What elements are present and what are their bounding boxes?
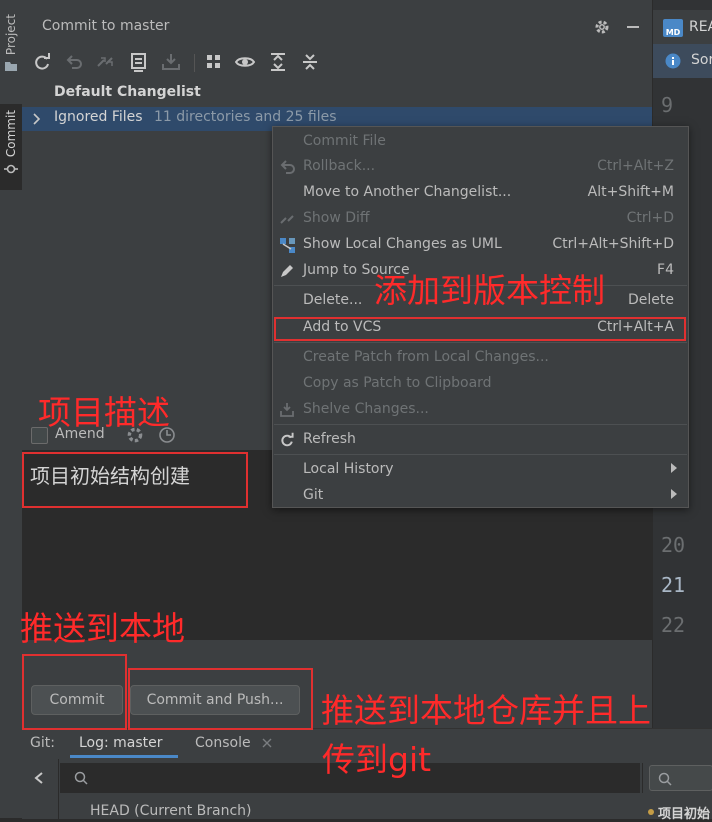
menu-item-rollback[interactable]: Rollback... Ctrl+Alt+Z [273, 154, 688, 180]
menu-item-label: Refresh [303, 431, 356, 447]
line-number: 22 [661, 613, 686, 637]
git-details-search-input[interactable] [649, 765, 712, 791]
menu-item-label: Copy as Patch to Clipboard [303, 375, 492, 391]
group-by-icon[interactable] [204, 52, 224, 72]
annotation-push-remote-line2: 传到git [322, 740, 432, 779]
annotation-box-commit-push [128, 668, 313, 730]
menu-separator [274, 454, 687, 455]
menu-item-label: Shelve Changes... [303, 401, 429, 417]
commit-toolbar [22, 44, 652, 80]
folder-icon [5, 62, 17, 72]
project-tab-label: Project [4, 14, 18, 56]
annotation-project-description: 项目描述 [38, 393, 170, 432]
pencil-icon [281, 265, 293, 277]
markdown-file-icon: MD [663, 19, 683, 37]
collapse-all-icon[interactable] [300, 52, 320, 72]
commit-tab-label: Commit [4, 110, 18, 158]
line-number: 20 [661, 533, 686, 557]
annotation-push-remote-line1: 推送到本地仓库并且上 [321, 691, 651, 730]
menu-item-label: Git [303, 487, 324, 503]
menu-item-git[interactable]: Git [273, 483, 688, 509]
info-bar-text: Sor [691, 52, 712, 68]
annotation-push-local: 推送到本地 [20, 609, 185, 648]
minimize-icon[interactable] [625, 19, 641, 35]
tab-log-master[interactable]: Log: master [79, 735, 163, 751]
ignored-files-label: Ignored Files [54, 109, 143, 125]
tab-console[interactable]: Console [195, 735, 251, 751]
editor-info-bar: Sor [653, 44, 712, 78]
commit-dot-icon [648, 809, 654, 815]
menu-item-label: Local History [303, 461, 394, 477]
menu-item-commit-file[interactable]: Commit File [273, 129, 688, 155]
menu-separator [274, 342, 687, 343]
ignored-files-detail: 11 directories and 25 files [154, 109, 337, 125]
back-arrow-icon[interactable] [33, 771, 45, 785]
menu-item-label: Commit File [303, 133, 386, 149]
menu-item-move-to-changelist[interactable]: Move to Another Changelist... Alt+Shift+… [273, 180, 688, 206]
active-tab-indicator [70, 755, 178, 758]
menu-item-label: Show Local Changes as UML [303, 236, 502, 252]
menu-item-label: Create Patch from Local Changes... [303, 349, 549, 365]
close-icon[interactable] [262, 738, 272, 748]
submenu-arrow-icon [671, 489, 677, 499]
menu-item-shelve-changes[interactable]: Shelve Changes... [273, 397, 688, 423]
rollback-icon [280, 160, 295, 174]
changelist-icon[interactable] [129, 52, 149, 72]
menu-item-refresh[interactable]: Refresh [273, 427, 688, 453]
menu-item-label: Move to Another Changelist... [303, 184, 512, 200]
line-number: 9 [661, 93, 674, 117]
commit-tool-tab[interactable]: Commit [0, 104, 22, 190]
default-changelist-node[interactable]: Default Changelist [54, 84, 201, 100]
git-window-label: Git: [30, 735, 55, 751]
menu-item-shortcut: Ctrl+Alt+Z [597, 158, 674, 174]
menu-item-create-patch[interactable]: Create Patch from Local Changes... [273, 345, 688, 371]
menu-item-show-diff[interactable]: Show Diff Ctrl+D [273, 206, 688, 232]
editor-tab[interactable]: MD REA [653, 10, 712, 44]
git-side-toolbar [22, 759, 59, 819]
menu-item-shortcut: Delete [628, 292, 674, 308]
show-diff-icon [280, 215, 294, 224]
commit-panel-title: Commit to master [42, 18, 170, 34]
eye-icon[interactable] [235, 52, 255, 72]
info-icon [665, 53, 681, 69]
editor-tab-title: REA [689, 19, 712, 35]
menu-item-show-uml[interactable]: Show Local Changes as UML Ctrl+Alt+Shift… [273, 232, 688, 258]
head-branch-item[interactable]: HEAD (Current Branch) [90, 803, 252, 819]
commit-node-icon [4, 164, 18, 174]
commit-subject-snippet[interactable]: 项目初始 [658, 803, 710, 822]
toolbar-separator [194, 54, 195, 72]
annotation-box-add-to-vcs [274, 317, 686, 341]
menu-item-local-history[interactable]: Local History [273, 457, 688, 483]
menu-separator [274, 424, 687, 425]
menu-item-label: Delete... [303, 292, 363, 308]
project-tool-tab[interactable]: Project [0, 14, 22, 86]
submenu-arrow-icon [671, 463, 677, 473]
refresh-icon[interactable] [32, 52, 52, 72]
expand-all-icon[interactable] [268, 52, 288, 72]
chevron-right-icon[interactable] [32, 112, 42, 126]
menu-item-shortcut: Ctrl+Alt+Shift+D [552, 236, 674, 252]
gear-icon[interactable] [594, 19, 610, 35]
line-number: 21 [661, 573, 686, 597]
left-tool-stripe: Project Commit [0, 0, 23, 818]
menu-item-shortcut: Alt+Shift+M [587, 184, 674, 200]
search-icon [658, 772, 672, 786]
shelve-icon[interactable] [161, 52, 181, 72]
annotation-box-commit-message [22, 452, 248, 508]
search-icon [74, 771, 88, 785]
rollback-icon[interactable] [64, 52, 84, 72]
git-details-panel [642, 763, 712, 793]
shelve-icon [280, 403, 294, 417]
refresh-icon [281, 432, 294, 447]
commit-panel-header: Commit to master [22, 10, 652, 44]
annotation-add-to-vcs: 添加到版本控制 [374, 271, 605, 310]
menu-item-shortcut: Ctrl+D [626, 210, 674, 226]
show-diff-icon[interactable] [95, 52, 115, 72]
menu-item-copy-as-patch[interactable]: Copy as Patch to Clipboard [273, 371, 688, 397]
uml-diagram-icon [280, 238, 295, 253]
menu-item-label: Show Diff [303, 210, 370, 226]
menu-item-shortcut: F4 [657, 262, 674, 278]
menu-item-label: Rollback... [303, 158, 376, 174]
annotation-box-commit [22, 654, 127, 730]
